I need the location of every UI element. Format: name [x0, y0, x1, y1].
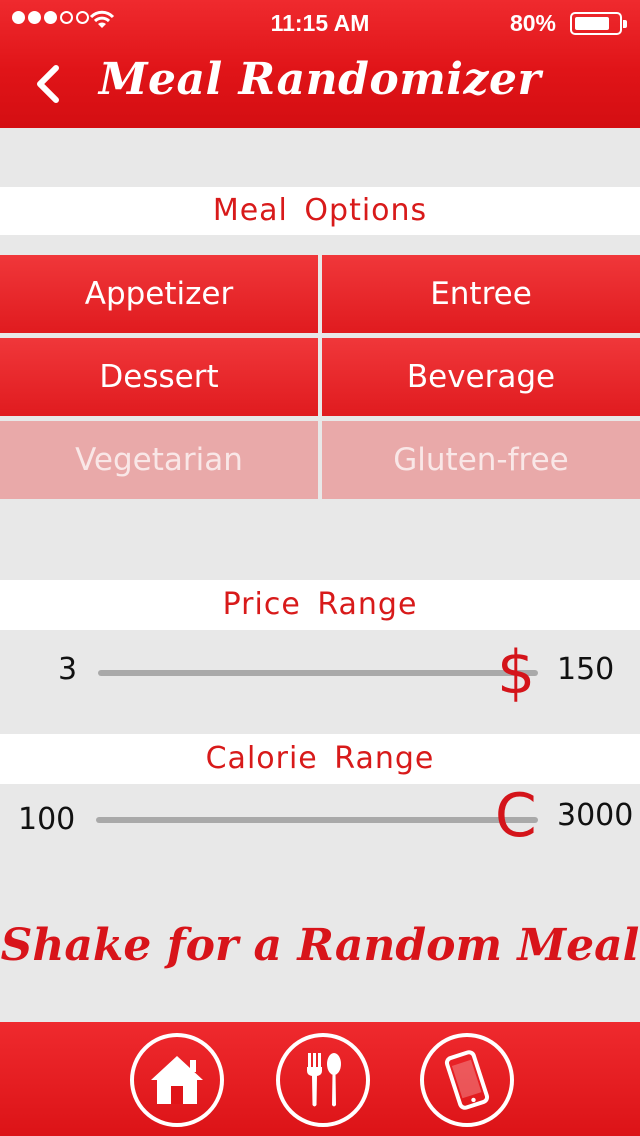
calorie-slider-track[interactable]	[96, 817, 538, 823]
tab-bar	[0, 1022, 640, 1136]
price-range-label: Price Range	[0, 580, 640, 630]
tab-shake[interactable]	[420, 1033, 514, 1127]
vegetarian-button[interactable]: Vegetarian	[0, 421, 318, 499]
dessert-button[interactable]: Dessert	[0, 338, 318, 416]
home-icon	[151, 1056, 203, 1104]
price-slider-thumb[interactable]: $	[497, 643, 535, 703]
calorie-range-slider[interactable]: 100 C 3000	[0, 784, 640, 886]
meal-options-label: Meal Options	[0, 187, 640, 235]
calorie-min-value: 100	[18, 802, 76, 837]
calorie-max-value: 3000	[557, 798, 634, 833]
shake-prompt: Shake for a Random Meal	[0, 920, 640, 971]
tab-home[interactable]	[130, 1033, 224, 1127]
battery-percent: 80%	[509, 10, 556, 36]
price-max-value: 150	[557, 652, 615, 687]
battery-icon	[570, 12, 627, 35]
price-min-value: 3	[58, 652, 78, 687]
appetizer-button[interactable]: Appetizer	[0, 255, 318, 333]
page-title: Meal Randomizer	[98, 54, 542, 105]
status-bar: 11:15 AM 80%	[0, 0, 640, 44]
phone-icon	[444, 1050, 490, 1110]
app-header: 11:15 AM 80% Meal Randomizer	[0, 0, 640, 128]
price-range-slider[interactable]: 3 $ 150	[0, 630, 640, 732]
beverage-button[interactable]: Beverage	[322, 338, 640, 416]
calorie-range-label: Calorie Range	[0, 734, 640, 784]
entree-button[interactable]: Entree	[322, 255, 640, 333]
tab-meals[interactable]	[276, 1033, 370, 1127]
gluten-free-button[interactable]: Gluten-free	[322, 421, 640, 499]
calorie-slider-thumb[interactable]: C	[495, 786, 537, 846]
price-slider-track[interactable]	[98, 670, 538, 676]
fork-spoon-icon	[307, 1053, 341, 1107]
